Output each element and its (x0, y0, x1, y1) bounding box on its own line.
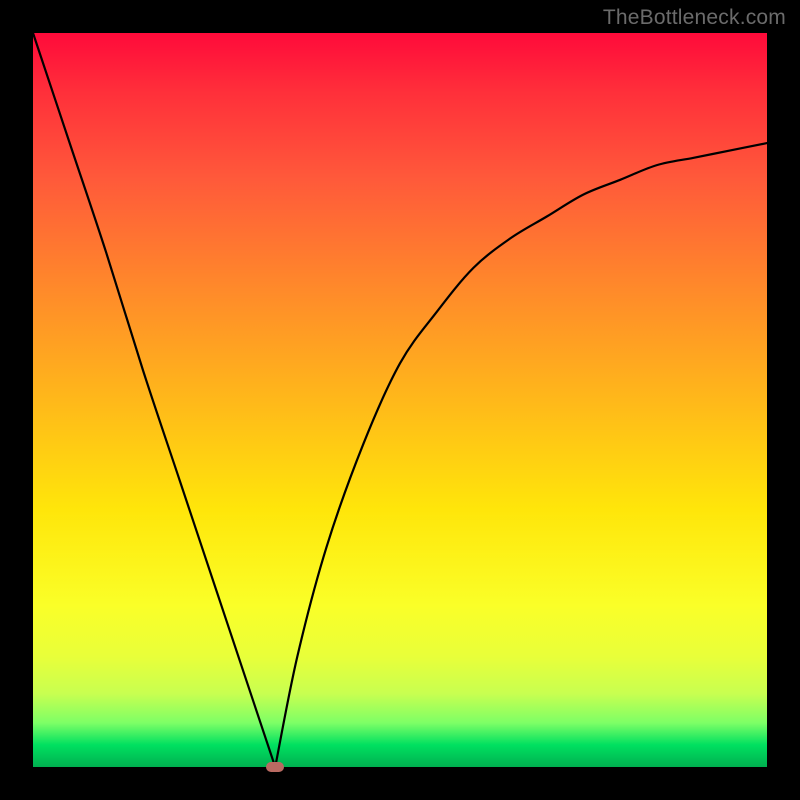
curve-right-branch (275, 143, 767, 767)
chart-curves (33, 33, 767, 767)
chart-plot-area (33, 33, 767, 767)
chart-frame: TheBottleneck.com (0, 0, 800, 800)
curve-left-branch (33, 33, 275, 767)
minimum-marker (266, 762, 284, 772)
watermark-text: TheBottleneck.com (603, 6, 786, 30)
